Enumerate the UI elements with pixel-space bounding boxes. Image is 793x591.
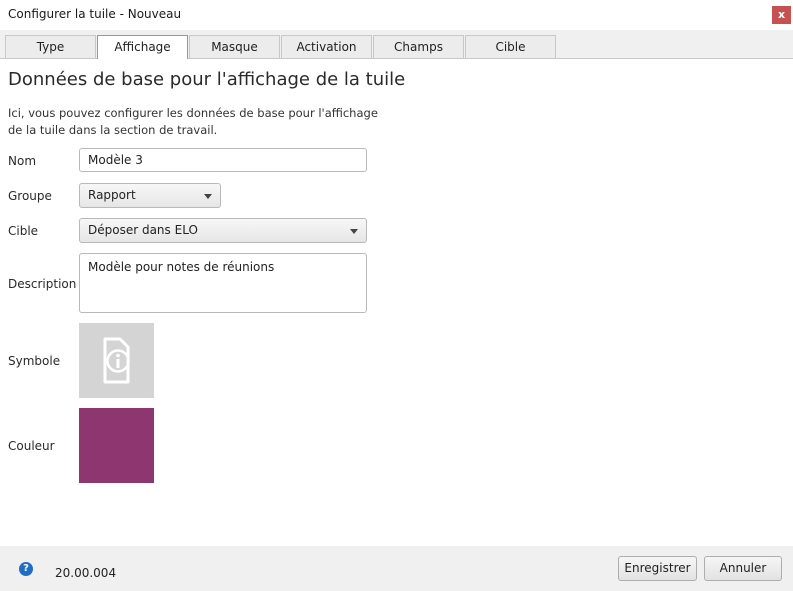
group-label: Groupe [8, 189, 52, 203]
target-select-value: Déposer dans ELO [88, 223, 198, 237]
color-label: Couleur [8, 439, 55, 453]
page-title: Données de base pour l'affichage de la t… [8, 69, 406, 90]
tab-bar: Type Affichage Masque Activation Champs … [0, 30, 793, 59]
help-icon[interactable]: ? [19, 562, 33, 576]
description-textarea[interactable]: Modèle pour notes de réunions [79, 253, 367, 313]
tab-cible[interactable]: Cible [465, 35, 556, 58]
version-label: 20.00.004 [55, 566, 117, 580]
tab-activation[interactable]: Activation [281, 35, 372, 58]
target-label: Cible [8, 224, 39, 238]
chevron-down-icon [350, 229, 358, 234]
save-button[interactable]: Enregistrer [618, 556, 697, 581]
tab-masque[interactable]: Masque [189, 35, 280, 58]
group-select[interactable]: Rapport [79, 183, 221, 208]
close-button[interactable]: x [772, 6, 791, 24]
window-title: Configurer la tuile - Nouveau [8, 7, 182, 21]
group-select-value: Rapport [88, 188, 136, 202]
target-select[interactable]: Déposer dans ELO [79, 218, 367, 243]
title-bar: Configurer la tuile - Nouveau x [0, 0, 793, 30]
tab-type[interactable]: Type [5, 35, 96, 58]
description-label: Description [8, 277, 77, 291]
name-input[interactable]: Modèle 3 [79, 148, 367, 172]
footer-bar: ? 20.00.004 Enregistrer Annuler [0, 546, 793, 591]
intro-text: Ici, vous pouvez configurer les données … [8, 106, 378, 137]
tab-affichage[interactable]: Affichage [97, 35, 188, 59]
cancel-button[interactable]: Annuler [704, 556, 782, 581]
symbol-label: Symbole [8, 354, 61, 368]
name-label: Nom [8, 154, 37, 168]
color-swatch[interactable] [79, 408, 154, 483]
tab-champs[interactable]: Champs [373, 35, 464, 58]
symbol-picker[interactable] [79, 323, 154, 398]
chevron-down-icon [204, 194, 212, 199]
document-info-icon [103, 337, 130, 384]
